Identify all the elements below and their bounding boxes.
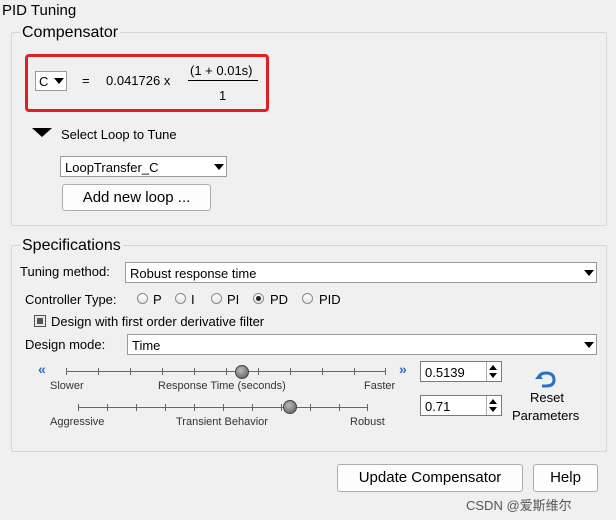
specifications-group-title: Specifications — [20, 237, 123, 255]
response-slider-thumb[interactable] — [235, 365, 249, 379]
transient-behavior-value: 0.71 — [425, 399, 451, 414]
radio-pid-label: PID — [319, 292, 341, 307]
spin-down-icon[interactable] — [489, 373, 497, 378]
controller-type-label: Controller Type: — [25, 292, 117, 307]
radio-pid[interactable] — [302, 293, 313, 304]
transient-behavior-label: Transient Behavior — [176, 416, 268, 428]
loop-dropdown-value: LoopTransfer_C — [65, 160, 159, 175]
spin-down-icon[interactable] — [489, 407, 497, 412]
aggressive-label: Aggressive — [50, 416, 105, 428]
tuning-method-dropdown[interactable]: Robust response time — [125, 262, 597, 283]
radio-p[interactable] — [137, 293, 148, 304]
transient-behavior-spinner[interactable]: 0.71 — [420, 395, 502, 416]
title-bar — [0, 0, 616, 22]
transfer-denominator: 1 — [219, 88, 227, 103]
faster-label: Faster — [364, 380, 396, 392]
radio-pi-label: PI — [227, 292, 240, 307]
compensator-selector[interactable]: C — [35, 71, 67, 91]
chevron-down-icon — [214, 163, 224, 170]
reset-parameters-button[interactable]: Reset Parameters — [510, 368, 582, 424]
loop-dropdown[interactable]: LoopTransfer_C — [60, 156, 227, 177]
slower-label: Slower — [50, 380, 84, 392]
behavior-slider-thumb[interactable] — [282, 400, 297, 414]
response-time-value: 0.5139 — [425, 365, 465, 380]
radio-i[interactable] — [175, 293, 186, 304]
spinner-buttons[interactable] — [486, 362, 501, 381]
window-title: PID Tuning — [2, 2, 77, 19]
chevron-down-icon — [584, 341, 594, 348]
reset-label: Reset — [530, 390, 564, 405]
robust-label: Robust — [350, 416, 385, 428]
compensator-gain: 0.041726 x — [106, 73, 171, 88]
response-slider-ticks — [66, 368, 386, 375]
derivative-filter-checkbox[interactable] — [34, 315, 46, 327]
slower-arrow-icon[interactable]: « — [38, 361, 46, 377]
design-mode-label: Design mode: — [25, 337, 106, 352]
behavior-slider-ticks — [78, 404, 368, 411]
radio-i-label: I — [191, 292, 195, 307]
tuning-method-label: Tuning method: — [20, 264, 110, 279]
tuning-method-value: Robust response time — [130, 266, 257, 281]
spin-up-icon[interactable] — [489, 365, 497, 370]
reset-undo-icon — [534, 370, 558, 388]
design-mode-value: Time — [132, 338, 161, 353]
transfer-numerator: (1 + 0.01s) — [190, 63, 253, 78]
update-compensator-button[interactable]: Update Compensator — [337, 464, 523, 492]
response-time-spinner[interactable]: 0.5139 — [420, 361, 502, 382]
spin-up-icon[interactable] — [489, 399, 497, 404]
help-button[interactable]: Help — [533, 464, 598, 492]
radio-p-label: P — [153, 292, 162, 307]
compensator-group-title: Compensator — [20, 24, 121, 42]
design-mode-dropdown[interactable]: Time — [127, 334, 597, 355]
faster-arrow-icon[interactable]: » — [399, 361, 407, 377]
radio-pi[interactable] — [211, 293, 222, 304]
radio-pd[interactable] — [253, 293, 264, 304]
parameters-label: Parameters — [512, 408, 580, 423]
equals-sign: = — [82, 73, 90, 88]
compensator-selector-value: C — [39, 74, 49, 89]
add-loop-button[interactable]: Add new loop ... — [62, 184, 211, 211]
radio-pd-label: PD — [270, 292, 289, 307]
spinner-buttons[interactable] — [486, 396, 501, 415]
response-time-label: Response Time (seconds) — [158, 380, 286, 392]
derivative-filter-label: Design with first order derivative filte… — [51, 314, 265, 329]
chevron-down-icon — [584, 269, 594, 276]
fraction-line — [188, 80, 258, 81]
watermark: CSDN @爱斯维尔 — [466, 498, 572, 513]
select-loop-label: Select Loop to Tune — [61, 127, 177, 142]
collapse-triangle-icon[interactable] — [32, 128, 52, 137]
chevron-down-icon — [54, 78, 64, 84]
